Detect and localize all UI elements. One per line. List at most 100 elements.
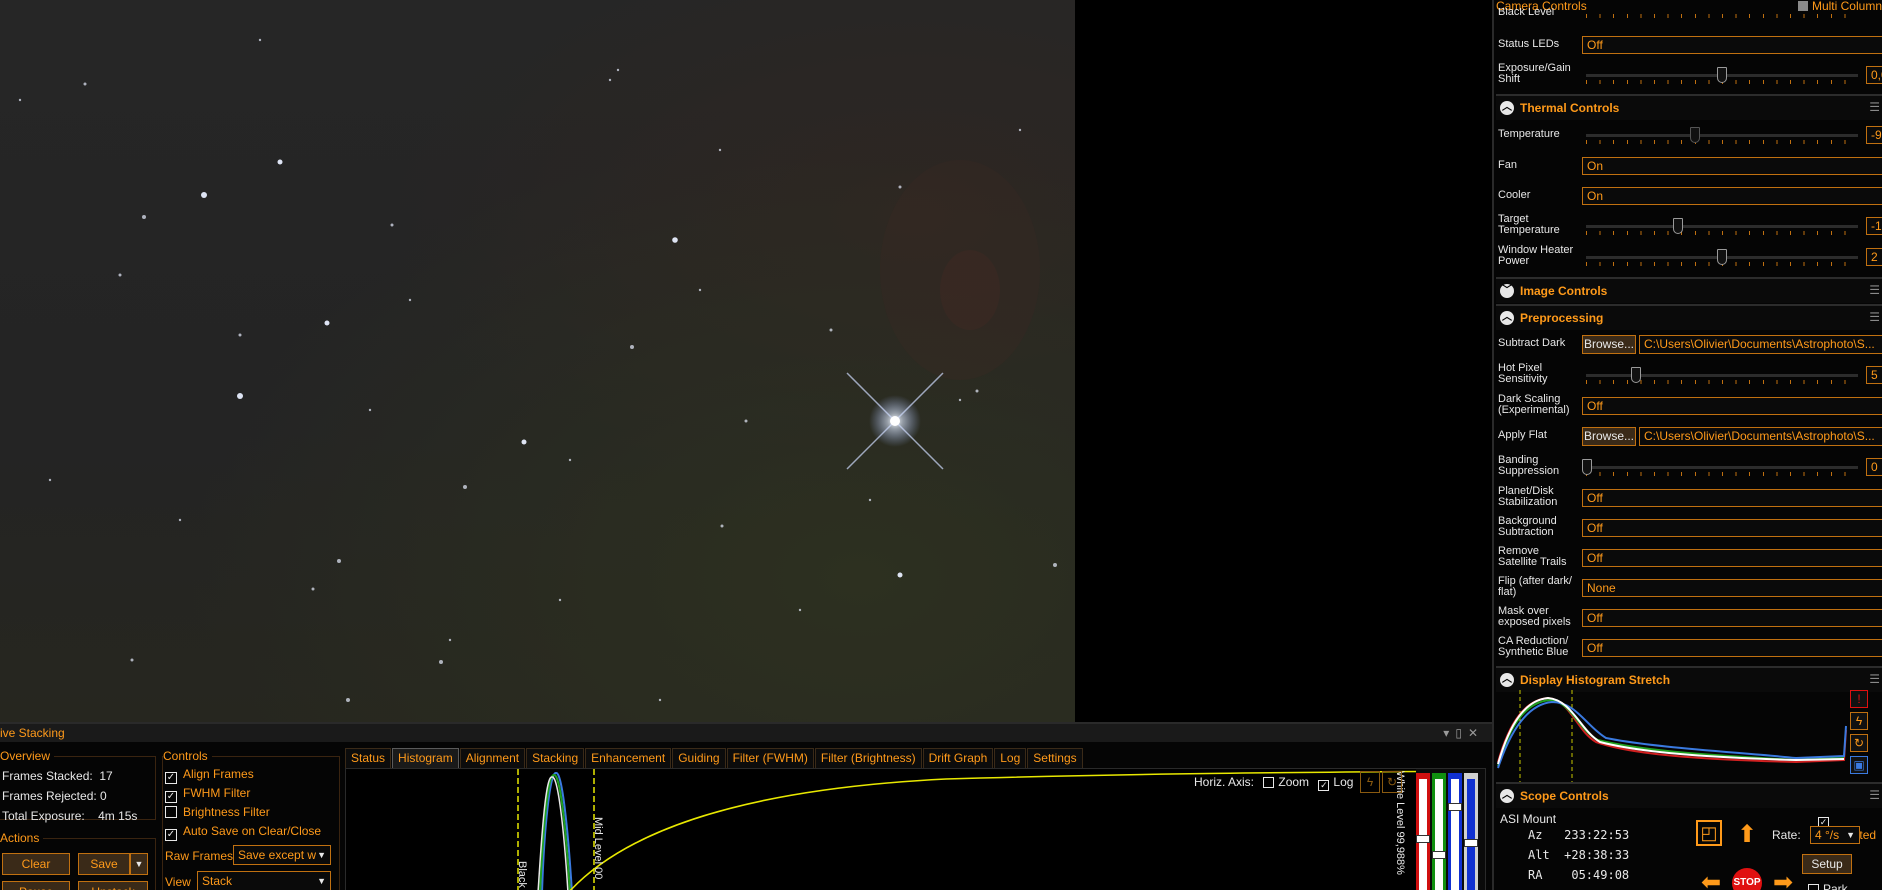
scope-controls-header[interactable]: ︿ Scope Controls ☰: [1496, 782, 1882, 808]
chevron-up-icon[interactable]: ︿: [1500, 101, 1514, 115]
histogram-stretch-header[interactable]: ︿ Display Histogram Stretch ☰: [1496, 666, 1882, 692]
align-frames-toggle[interactable]: ✓ Align Frames: [165, 767, 254, 784]
ca-label: CA Reduction/ Synthetic Blue: [1498, 635, 1569, 658]
tab-histogram[interactable]: Histogram: [392, 748, 459, 768]
window-heater-value[interactable]: 2: [1866, 248, 1882, 266]
target-temperature-slider[interactable]: [1586, 225, 1858, 228]
target-temperature-value[interactable]: -10: [1866, 217, 1882, 235]
tab-log[interactable]: Log: [994, 748, 1027, 768]
thermal-controls-header[interactable]: ︿ Thermal Controls ☰: [1496, 94, 1882, 120]
tab-status[interactable]: Status: [345, 748, 392, 768]
rate-select[interactable]: 4 °/s ▼: [1810, 826, 1860, 844]
browse-flat-button[interactable]: Browse...: [1582, 427, 1636, 446]
spiral-search-icon[interactable]: ◰: [1696, 820, 1722, 846]
banding-slider[interactable]: [1586, 466, 1858, 469]
tab-drift-graph[interactable]: Drift Graph: [922, 748, 994, 768]
raw-frames-select[interactable]: Save except w ▼: [233, 845, 331, 865]
tab-alignment[interactable]: Alignment: [459, 748, 526, 768]
image-controls-header[interactable]: ﹀ Image Controls ☰: [1496, 277, 1882, 303]
fwhm-filter-toggle[interactable]: ✓ FWHM Filter: [165, 786, 250, 803]
status-leds-select[interactable]: Off: [1582, 36, 1882, 54]
ca-select[interactable]: Off: [1582, 639, 1882, 657]
arrow-up-icon[interactable]: ⬆: [1732, 820, 1762, 850]
align-frames-checkbox[interactable]: ✓: [165, 772, 177, 784]
park-checkbox[interactable]: [1808, 884, 1819, 890]
planet-select[interactable]: Off: [1582, 489, 1882, 507]
green-thumb[interactable]: [1432, 851, 1446, 859]
luminance-thumb[interactable]: [1464, 839, 1478, 847]
tab-enhancement[interactable]: Enhancement: [585, 748, 672, 768]
log-checkbox[interactable]: ✓: [1318, 780, 1330, 791]
histogram-stretch-graph[interactable]: [1496, 690, 1848, 782]
tab-guiding[interactable]: Guiding: [672, 748, 726, 768]
flat-path-field[interactable]: C:\Users\Olivier\Documents\Astrophoto\S.…: [1639, 427, 1882, 446]
view-select[interactable]: Stack ▼: [197, 871, 331, 890]
lightning-icon[interactable]: ϟ: [1360, 771, 1380, 793]
channel-sliders[interactable]: [1416, 769, 1485, 890]
lightning-icon[interactable]: ϟ: [1850, 712, 1868, 730]
fwhm-filter-checkbox[interactable]: ✓: [165, 791, 177, 803]
tab-settings[interactable]: Settings: [1027, 748, 1083, 768]
chevron-down-icon[interactable]: ﹀: [1500, 284, 1514, 298]
fan-select[interactable]: On: [1582, 157, 1882, 175]
chevron-up-icon[interactable]: ︿: [1500, 311, 1514, 325]
brightness-filter-toggle[interactable]: Brightness Filter: [165, 805, 270, 819]
arrow-left-icon[interactable]: ⬅: [1696, 868, 1726, 890]
image-viewer[interactable]: [0, 0, 1492, 722]
menu-icon[interactable]: ☰: [1869, 100, 1880, 114]
dark-scaling-select[interactable]: Off: [1582, 397, 1882, 415]
sky-image[interactable]: [0, 0, 1075, 722]
mask-select[interactable]: Off: [1582, 609, 1882, 627]
save-dropdown-icon[interactable]: ▼: [130, 853, 148, 875]
clear-button[interactable]: Clear: [2, 853, 70, 875]
cooler-select[interactable]: On: [1582, 187, 1882, 205]
exposure-gain-thumb[interactable]: [1717, 67, 1727, 83]
chevron-up-icon[interactable]: ︿: [1500, 789, 1514, 803]
save-icon[interactable]: ▣: [1850, 756, 1868, 774]
menu-icon[interactable]: ☰: [1869, 310, 1880, 324]
star: [201, 192, 207, 198]
menu-icon[interactable]: ☰: [1869, 788, 1880, 802]
banding-value[interactable]: 0: [1866, 458, 1882, 476]
pin-icon[interactable]: ▯: [1455, 726, 1468, 740]
dropdown-icon[interactable]: ▾: [1443, 726, 1455, 740]
tab-stacking[interactable]: Stacking: [526, 748, 585, 768]
background-select[interactable]: Off: [1582, 519, 1882, 537]
alert-icon[interactable]: !: [1850, 690, 1868, 708]
pause-button[interactable]: Pause: [2, 881, 70, 890]
preprocessing-header[interactable]: ︿ Preprocessing ☰: [1496, 304, 1882, 330]
banding-thumb[interactable]: [1582, 459, 1592, 475]
histogram-panel[interactable]: Black Mid Level 00 White Level 99,988% H…: [345, 768, 1486, 890]
close-icon[interactable]: ✕: [1468, 726, 1484, 740]
menu-icon[interactable]: ☰: [1869, 672, 1880, 686]
arrow-right-icon[interactable]: ➡: [1768, 868, 1798, 890]
window-heater-thumb[interactable]: [1717, 249, 1727, 265]
hot-pixel-slider[interactable]: [1586, 374, 1858, 377]
browse-dark-button[interactable]: Browse...: [1582, 335, 1636, 354]
tab-filter-fwhm[interactable]: Filter (FWHM): [726, 748, 814, 768]
star: [898, 185, 902, 189]
menu-icon[interactable]: ☰: [1869, 283, 1880, 297]
hot-pixel-thumb[interactable]: [1631, 367, 1641, 383]
dark-path-field[interactable]: C:\Users\Olivier\Documents\Astrophoto\S.…: [1639, 335, 1882, 354]
zoom-checkbox[interactable]: [1263, 777, 1275, 788]
auto-save-checkbox[interactable]: ✓: [165, 829, 177, 841]
flip-select[interactable]: None: [1582, 579, 1882, 597]
save-button[interactable]: Save: [78, 853, 130, 875]
chevron-up-icon[interactable]: ︿: [1500, 673, 1514, 687]
exposure-gain-value[interactable]: 0,0: [1866, 66, 1882, 84]
auto-save-toggle[interactable]: ✓ Auto Save on Clear/Close: [165, 824, 321, 841]
hot-pixel-value[interactable]: 5: [1866, 366, 1882, 384]
blue-thumb[interactable]: [1448, 803, 1462, 811]
reset-icon[interactable]: ↻: [1382, 771, 1402, 793]
reset-icon[interactable]: ↻: [1850, 734, 1868, 752]
stop-button[interactable]: STOP: [1732, 868, 1762, 890]
unstack-button[interactable]: Unstack: [78, 881, 148, 890]
red-thumb[interactable]: [1416, 835, 1430, 843]
target-temperature-thumb[interactable]: [1673, 218, 1683, 234]
brightness-filter-checkbox[interactable]: [165, 806, 177, 818]
satellite-select[interactable]: Off: [1582, 549, 1882, 567]
park-toggle[interactable]: Park: [1808, 882, 1848, 890]
setup-button[interactable]: Setup: [1802, 854, 1852, 874]
tab-filter-brightness[interactable]: Filter (Brightness): [814, 748, 922, 768]
